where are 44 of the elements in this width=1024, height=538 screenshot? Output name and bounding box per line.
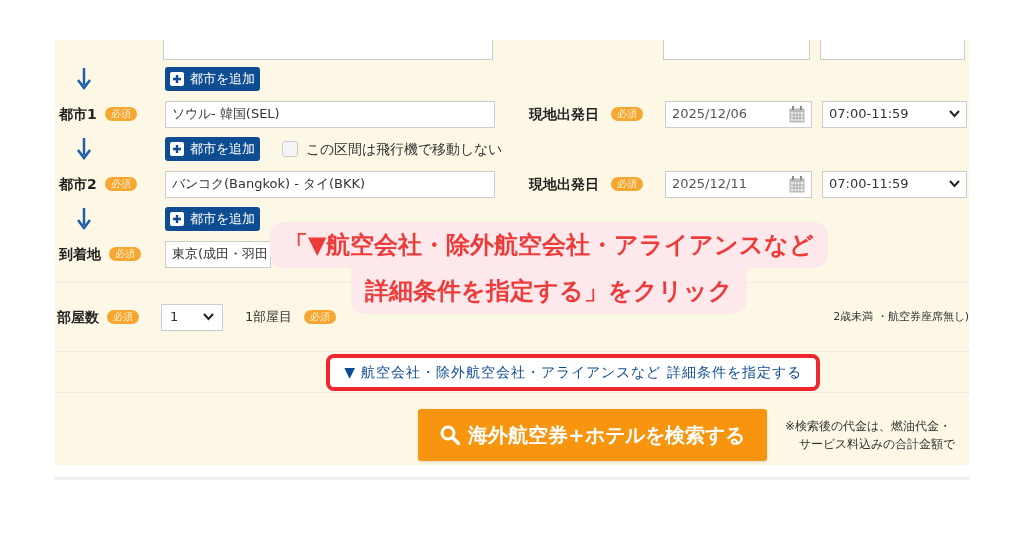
callout-line: 「▼航空会社・除外航空会社・アライアンスなど (270, 222, 829, 268)
required-badge: 必須 (109, 247, 141, 261)
price-note: サービス料込みの合計金額で (798, 436, 955, 453)
calendar-icon (789, 105, 805, 123)
required-badge: 必須 (104, 177, 137, 191)
date-input[interactable]: 2025/12/06 (665, 100, 812, 128)
city-input[interactable]: バンコク(Bangkok) - タイ(BKK) (165, 170, 495, 198)
city-input[interactable]: 東京(成田・羽田 (165, 240, 271, 268)
required-badge: 必須 (304, 310, 337, 324)
required-badge: 必須 (611, 107, 643, 121)
add-city-button[interactable]: 都市を追加 (165, 67, 260, 91)
checkbox-label: この区間は飛行機で移動しない (306, 139, 502, 159)
plus-icon (170, 142, 184, 156)
search-icon (440, 425, 461, 445)
room-count-select[interactable]: 1 (161, 303, 223, 331)
add-city-button[interactable]: 都市を追加 (165, 137, 260, 161)
add-city-button[interactable]: 都市を追加 (165, 207, 260, 231)
field-label: 現地出発日 (529, 104, 599, 124)
down-arrow-icon (77, 208, 91, 230)
detail-conditions-link[interactable]: ▼ 航空会社・除外航空会社・アライアンスなど 詳細条件を指定する (326, 353, 820, 391)
city-input[interactable]: ソウル- 韓国(SEL) (165, 100, 495, 128)
field-label: 部屋数 (57, 307, 99, 327)
required-badge: 必須 (104, 107, 137, 121)
required-badge: 必須 (611, 177, 643, 191)
field-label: 都市2 (59, 174, 97, 194)
down-arrow-icon (77, 138, 91, 160)
field-label: 都市1 (59, 104, 97, 124)
field-label: 到着地 (59, 244, 101, 264)
calendar-icon (789, 175, 805, 193)
infant-note: 2歳未満 ・航空券座席無し) (833, 308, 969, 325)
chevron-down-icon (203, 313, 214, 321)
room-label: 1部屋目 (245, 308, 293, 327)
chevron-down-icon (949, 110, 960, 118)
price-note: ※検索後の代金は、燃油代金・ (785, 418, 953, 435)
down-arrow-icon (77, 68, 91, 90)
date-input[interactable]: 2025/12/11 (665, 170, 812, 198)
time-select[interactable]: 07:00-11:59 (822, 170, 967, 198)
plus-icon (170, 212, 184, 226)
field-label: 現地出発日 (529, 174, 599, 194)
plus-icon (170, 72, 184, 86)
time-select[interactable]: 07:00-11:59 (822, 100, 967, 128)
required-badge: 必須 (107, 310, 139, 324)
checkbox[interactable] (282, 141, 298, 157)
chevron-down-icon (949, 180, 960, 188)
